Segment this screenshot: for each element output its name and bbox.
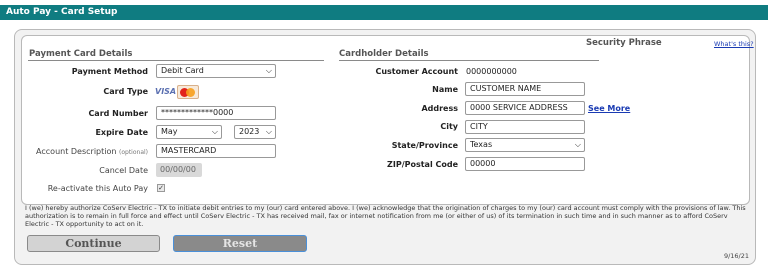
city-input[interactable]: CITY xyxy=(465,120,585,134)
expire-year-value: 2023 xyxy=(239,127,260,136)
see-more-link[interactable]: See More xyxy=(588,104,630,113)
city-label: City xyxy=(440,122,458,131)
reactivate-checkbox[interactable]: ✓ xyxy=(157,184,165,192)
cancel-date-label: Cancel Date xyxy=(99,166,148,175)
whats-this-link[interactable]: What's this? xyxy=(714,40,754,48)
state-value: Texas xyxy=(470,140,493,149)
form-inner-box: Payment Card Details Payment Method Debi… xyxy=(21,35,754,205)
mastercard-logo-icon xyxy=(177,85,199,99)
payment-method-label: Payment Method xyxy=(71,67,148,76)
reset-button[interactable]: Reset xyxy=(173,235,307,252)
continue-button[interactable]: Continue xyxy=(27,235,160,252)
reactivate-label: Re-activate this Auto Pay xyxy=(47,184,148,193)
expire-month-select[interactable]: May ⌵ xyxy=(156,125,222,139)
cancel-date-value: 00/00/00 xyxy=(156,163,202,177)
optional-tag: (optional) xyxy=(119,149,148,156)
chevron-down-icon: ⌵ xyxy=(265,66,272,75)
expire-year-select[interactable]: 2023 ⌵ xyxy=(234,125,276,139)
name-label: Name xyxy=(432,85,458,94)
address-label: Address xyxy=(421,104,458,113)
address-input[interactable]: 0000 SERVICE ADDRESS xyxy=(465,101,585,115)
auto-pay-panel: Payment Card Details Payment Method Debi… xyxy=(14,29,756,265)
chevron-down-icon: ⌵ xyxy=(574,140,581,149)
window-title: Auto Pay - Card Setup xyxy=(0,5,768,20)
card-type-label: Card Type xyxy=(103,87,148,96)
zip-label: ZIP/Postal Code xyxy=(387,160,458,169)
payment-section-title: Payment Card Details xyxy=(29,49,133,59)
customer-account-value: 0000000000 xyxy=(466,67,517,76)
payment-method-value: Debit Card xyxy=(161,66,204,75)
payment-section-divider xyxy=(28,60,324,61)
account-description-label: Account Description (optional) xyxy=(24,147,148,156)
expire-month-value: May xyxy=(161,127,178,136)
name-input[interactable]: CUSTOMER NAME xyxy=(465,82,585,96)
customer-account-label: Customer Account xyxy=(375,67,458,76)
expire-date-label: Expire Date xyxy=(95,128,148,137)
zip-input[interactable]: 00000 xyxy=(465,157,585,171)
cardholder-section-divider xyxy=(339,60,599,61)
card-number-label: Card Number xyxy=(88,109,148,118)
state-select[interactable]: Texas ⌵ xyxy=(465,138,585,152)
card-number-input[interactable]: *************0000 xyxy=(156,106,276,120)
chevron-down-icon: ⌵ xyxy=(265,127,272,136)
cardholder-section-title: Cardholder Details xyxy=(339,49,429,59)
checkmark-icon: ✓ xyxy=(158,184,164,192)
account-description-label-text: Account Description xyxy=(36,147,117,156)
security-phrase-title: Security Phrase xyxy=(586,38,662,48)
chevron-down-icon: ⌵ xyxy=(211,127,218,136)
footer-date: 9/16/21 xyxy=(723,252,749,260)
state-label: State/Province xyxy=(391,141,458,150)
visa-logo-icon: VISA xyxy=(155,87,177,96)
payment-method-select[interactable]: Debit Card ⌵ xyxy=(156,64,276,78)
account-description-input[interactable]: MASTERCARD xyxy=(156,144,276,158)
authorization-text: I (we) hereby authorize CoServ Electric … xyxy=(25,204,746,228)
